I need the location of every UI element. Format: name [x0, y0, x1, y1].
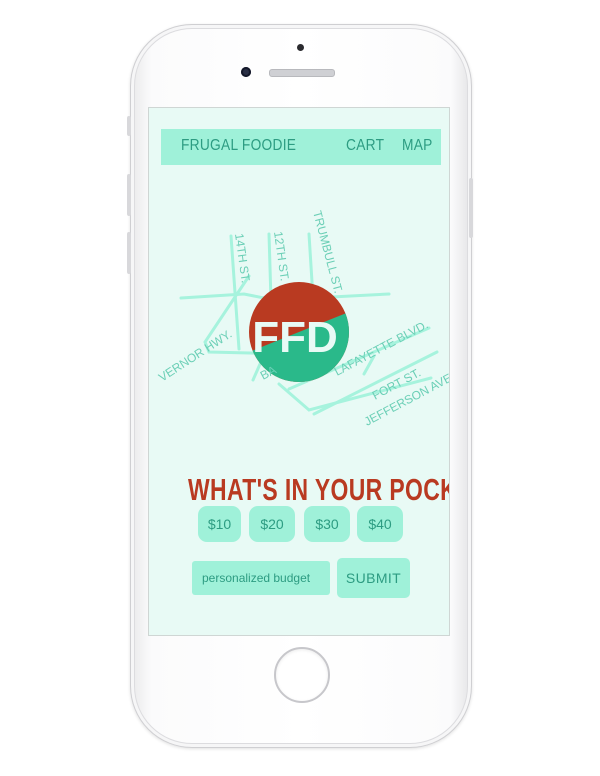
amount-button-10[interactable]: $10	[198, 506, 241, 542]
street-label-trumbull: TRUMBULL ST.	[310, 209, 345, 295]
front-camera-icon	[241, 67, 251, 77]
map-link[interactable]: MAP	[402, 137, 433, 155]
power-button	[469, 178, 473, 238]
amount-button-30[interactable]: $30	[304, 506, 350, 542]
amount-button-20[interactable]: $20	[249, 506, 295, 542]
submit-button[interactable]: SUBMIT	[337, 558, 410, 598]
mute-switch	[127, 116, 131, 136]
personalized-budget-input[interactable]: personalized budget	[192, 561, 330, 595]
street-label-vernor: VERNOR HWY.	[156, 327, 234, 385]
app-screen: FRUGAL FOODIE CART MAP FFD 14TH ST. 12TH…	[148, 107, 450, 636]
brand-link[interactable]: FRUGAL FOODIE	[181, 137, 296, 155]
street-label-12th: 12TH ST.	[271, 230, 292, 281]
earpiece-speaker	[269, 69, 335, 77]
volume-down-button	[127, 232, 131, 274]
logo-letters: FFD	[252, 313, 338, 362]
cart-link[interactable]: CART	[346, 137, 384, 155]
home-button[interactable]	[274, 647, 330, 703]
proximity-sensor	[297, 44, 304, 51]
amount-button-40[interactable]: $40	[357, 506, 403, 542]
nav-bar: FRUGAL FOODIE CART MAP	[161, 129, 441, 165]
volume-up-button	[127, 174, 131, 216]
detroit-street-map[interactable]: FFD 14TH ST. 12TH ST. TRUMBULL ST. VERNO…	[149, 204, 449, 434]
headline: WHAT'S IN YOUR POCKET?	[188, 472, 449, 507]
